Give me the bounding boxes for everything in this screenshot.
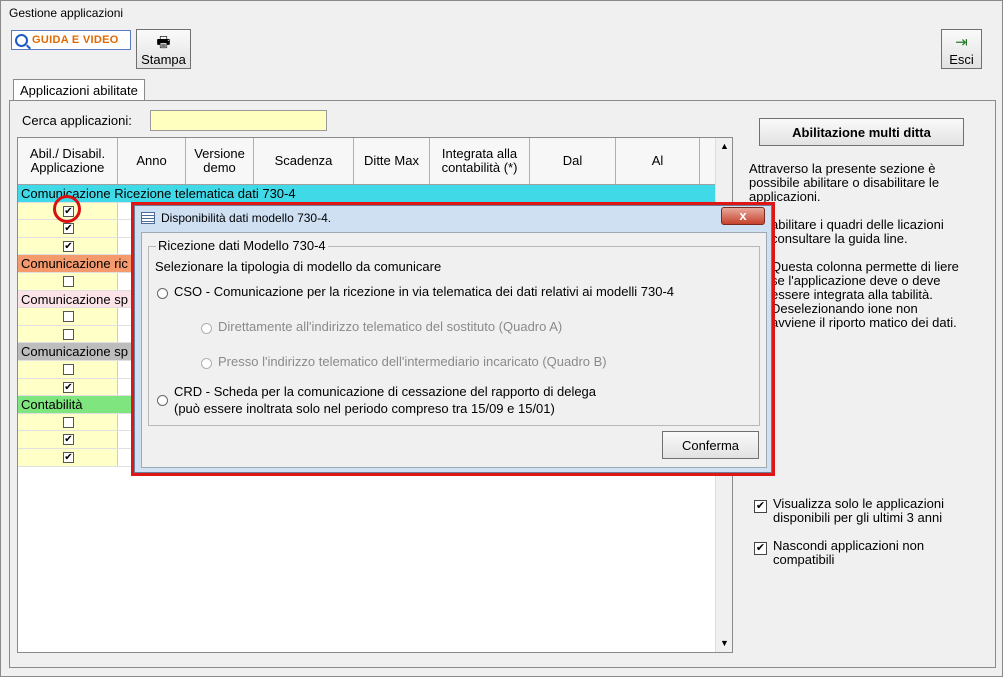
esci-button[interactable]: ⇥ Esci: [941, 29, 982, 69]
ricezione-group: Ricezione dati Modello 730-4 Selezionare…: [148, 238, 760, 426]
instruction-text: Selezionare la tipologia di modello da c…: [155, 259, 442, 274]
dialog-titlebar: Disponibilità dati modello 730-4.: [135, 206, 771, 230]
option-checkbox[interactable]: ✔: [754, 542, 767, 555]
group-legend: Ricezione dati Modello 730-4: [156, 238, 328, 253]
group-row: Comunicazione Ricezione telematica dati …: [18, 185, 716, 203]
help-text-3: Questa colonna permette di liere se l'ap…: [771, 259, 959, 330]
option-label: Visualizza solo le applicazioni disponib…: [773, 496, 945, 525]
group-label: Contabilità: [21, 397, 83, 413]
radio-cso[interactable]: [157, 288, 168, 299]
col-scadenza[interactable]: Scadenza: [254, 138, 354, 184]
col-integrata[interactable]: Integrata alla contabilità (*): [430, 138, 530, 184]
close-button[interactable]: x: [721, 207, 765, 225]
stampa-label: Stampa: [141, 51, 186, 67]
enable-checkbox[interactable]: ✔: [63, 434, 74, 446]
stampa-button[interactable]: 🖶 Stampa: [136, 29, 191, 69]
conferma-button[interactable]: Conferma: [662, 431, 759, 459]
enable-checkbox[interactable]: [63, 363, 74, 375]
scroll-up-icon[interactable]: ▲: [716, 138, 732, 155]
col-versione[interactable]: Versione demo: [186, 138, 254, 184]
enable-checkbox[interactable]: ✔: [63, 451, 74, 463]
printer-icon: 🖶: [156, 33, 171, 51]
quadro-b-label[interactable]: Presso l'indirizzo telematico dell'inter…: [218, 354, 607, 369]
enable-checkbox[interactable]: ✔: [63, 240, 74, 252]
enable-checkbox[interactable]: ✔: [63, 223, 74, 235]
col-anno[interactable]: Anno: [118, 138, 186, 184]
abilitazione-multi-ditta-button[interactable]: Abilitazione multi ditta: [759, 118, 964, 146]
col-abil[interactable]: Abil./ Disabil. Applicazione: [18, 138, 118, 184]
highlight-circle-annotation: [53, 195, 81, 223]
enable-checkbox[interactable]: [63, 275, 74, 287]
enable-checkbox[interactable]: [63, 311, 74, 323]
search-input[interactable]: [150, 110, 327, 131]
search-icon: [15, 33, 28, 47]
window-form-icon: [141, 212, 155, 224]
crd-note: (può essere inoltrata solo nel periodo c…: [174, 401, 555, 416]
option-nascondi-non-compatibili[interactable]: ✔ Nascondi applicazioni non compatibili: [754, 539, 969, 567]
esci-label: Esci: [949, 51, 974, 67]
help-description: Attraverso la presente sezione è possibi…: [749, 162, 964, 344]
quadro-a-label[interactable]: Direttamente all'indirizzo telematico de…: [218, 319, 562, 334]
guida-label: GUIDA E VIDEO: [32, 34, 119, 46]
enable-checkbox[interactable]: ✔: [63, 381, 74, 393]
col-al[interactable]: Al: [616, 138, 700, 184]
help-text-1: Attraverso la presente sezione è possibi…: [749, 161, 940, 204]
dialog-title: Disponibilità dati modello 730-4.: [161, 211, 332, 225]
group-label: Comunicazione sp: [21, 344, 128, 360]
grid-header: Abil./ Disabil. Applicazione Anno Versio…: [18, 138, 716, 185]
disponibilita-dialog: Disponibilità dati modello 730-4. x Rice…: [134, 205, 772, 473]
guida-video-button[interactable]: GUIDA E VIDEO: [11, 30, 131, 50]
dialog-body: Ricezione dati Modello 730-4 Selezionare…: [141, 232, 767, 468]
group-label: Comunicazione sp: [21, 291, 128, 307]
cso-label[interactable]: CSO - Comunicazione per la ricezione in …: [174, 284, 674, 299]
search-label: Cerca applicazioni:: [22, 113, 132, 128]
col-dal[interactable]: Dal: [530, 138, 616, 184]
group-label: Comunicazione ric: [21, 256, 128, 272]
exit-door-icon: ⇥: [955, 33, 968, 51]
option-checkbox[interactable]: ✔: [754, 500, 767, 513]
help-text-2: abilitare i quadri delle licazioni consu…: [771, 217, 944, 246]
scroll-down-icon[interactable]: ▼: [716, 635, 732, 652]
crd-label[interactable]: CRD - Scheda per la comunicazione di ces…: [174, 384, 596, 399]
col-ditte-max[interactable]: Ditte Max: [354, 138, 430, 184]
radio-crd[interactable]: [157, 395, 168, 406]
enable-checkbox[interactable]: [63, 328, 74, 340]
option-label: Nascondi applicazioni non compatibili: [773, 538, 925, 567]
window-title: Gestione applicazioni: [9, 6, 124, 20]
radio-quadro-b[interactable]: [201, 358, 212, 369]
radio-quadro-a[interactable]: [201, 323, 212, 334]
tab-applicazioni-abilitate[interactable]: Applicazioni abilitate: [13, 79, 145, 101]
option-ultimi-3-anni[interactable]: ✔ Visualizza solo le applicazioni dispon…: [754, 497, 969, 525]
enable-checkbox[interactable]: [63, 416, 74, 428]
